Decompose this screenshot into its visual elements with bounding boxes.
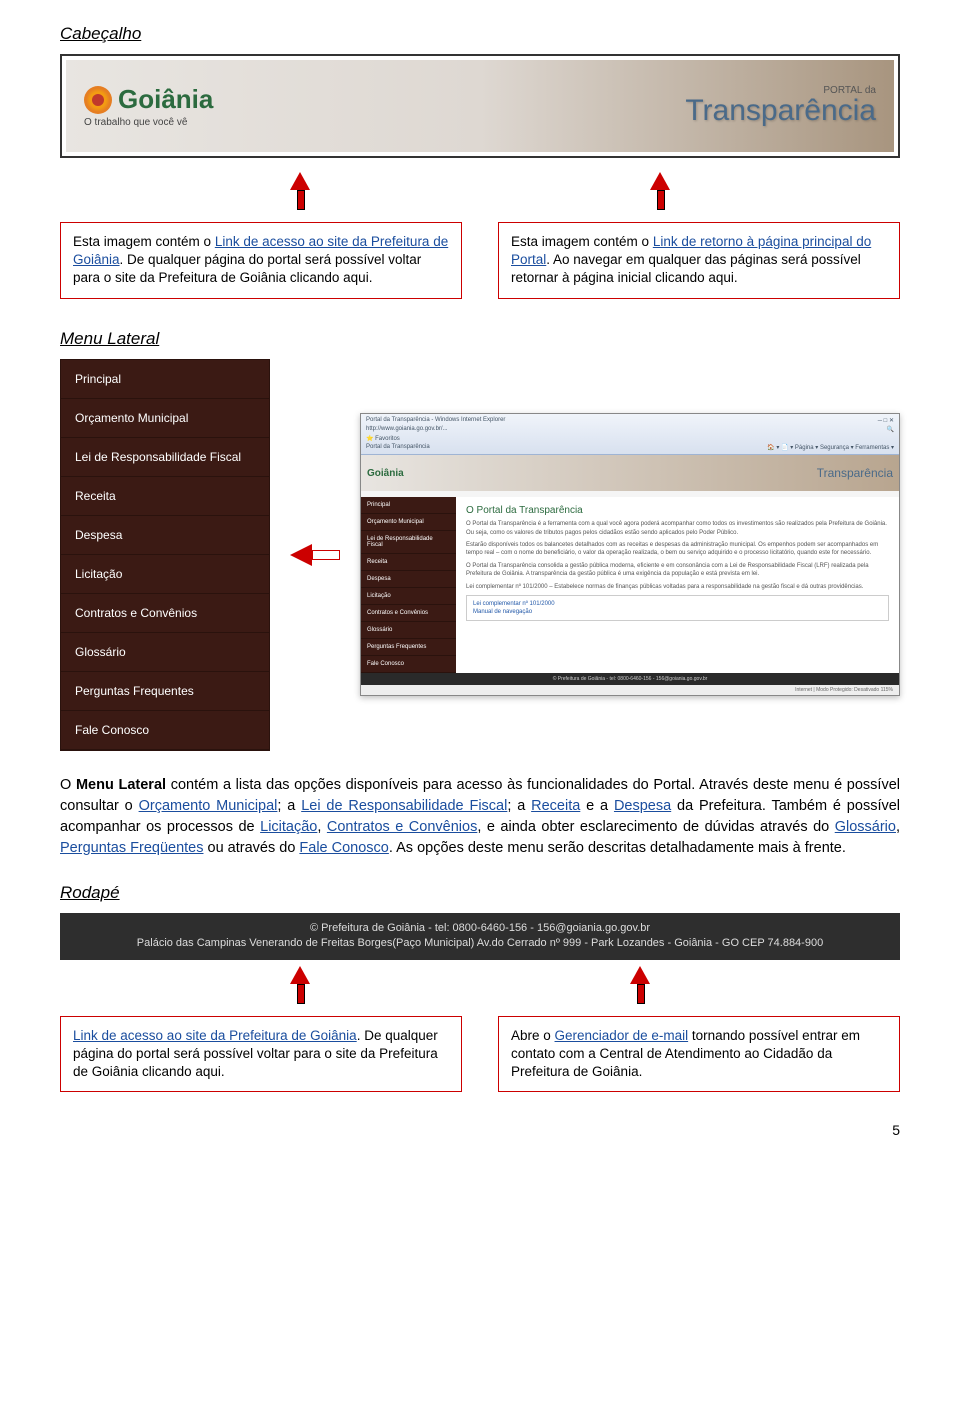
arrow-up-icon <box>630 966 650 984</box>
page-number: 5 <box>60 1122 900 1138</box>
logo-subtitle: O trabalho que você vê <box>84 117 213 128</box>
description-box-email: Abre o Gerenciador de e-mail tornando po… <box>498 1016 900 1093</box>
arrow-left-icon <box>290 544 340 566</box>
arrow-up-icon <box>290 172 310 190</box>
link-contratos[interactable]: Contratos e Convênios <box>327 819 477 835</box>
goiania-logo-icon <box>84 86 112 114</box>
sidemenu-item[interactable]: Receita <box>61 477 269 516</box>
transparencia-title: Transparência <box>685 94 876 128</box>
link-perguntas[interactable]: Perguntas Freqüentes <box>60 840 203 856</box>
description-box-footer-link: Link de acesso ao site da Prefeitura de … <box>60 1016 462 1093</box>
side-menu: Principal Orçamento Municipal Lei de Res… <box>60 359 270 751</box>
sidemenu-item[interactable]: Despesa <box>61 516 269 555</box>
sidemenu-item[interactable]: Fale Conosco <box>61 711 269 750</box>
sidemenu-item[interactable]: Principal <box>61 360 269 399</box>
arrow-up-icon <box>290 966 310 984</box>
link-lrf[interactable]: Lei de Responsabilidade Fiscal <box>301 798 507 814</box>
sidemenu-item[interactable]: Licitação <box>61 555 269 594</box>
sidemenu-item[interactable]: Contratos e Convênios <box>61 594 269 633</box>
link-orcamento[interactable]: Orçamento Municipal <box>139 798 278 814</box>
link-despesa[interactable]: Despesa <box>614 798 671 814</box>
link-prefeitura-footer[interactable]: Link de acesso ao site da Prefeitura de … <box>73 1028 357 1043</box>
sidemenu-item[interactable]: Glossário <box>61 633 269 672</box>
link-licitacao[interactable]: Licitação <box>260 819 317 835</box>
section-title-menu-lateral: Menu Lateral <box>60 329 900 349</box>
link-fale-conosco[interactable]: Fale Conosco <box>299 840 388 856</box>
link-email-manager[interactable]: Gerenciador de e-mail <box>555 1028 689 1043</box>
description-box-logo-link: Esta imagem contém o Link de acesso ao s… <box>60 222 462 299</box>
section-title-cabecalho: Cabeçalho <box>60 24 900 44</box>
portal-screenshot-thumbnail: Portal da Transparência - Windows Intern… <box>360 413 900 696</box>
link-glossario[interactable]: Glossário <box>835 819 896 835</box>
sidemenu-item[interactable]: Perguntas Frequentes <box>61 672 269 711</box>
arrow-up-icon <box>650 172 670 190</box>
link-receita[interactable]: Receita <box>531 798 580 814</box>
header-banner: Goiânia O trabalho que você vê PORTAL da… <box>60 54 900 158</box>
sidemenu-item[interactable]: Orçamento Municipal <box>61 399 269 438</box>
sidemenu-item[interactable]: Lei de Responsabilidade Fiscal <box>61 438 269 477</box>
section-title-rodape: Rodapé <box>60 883 900 903</box>
description-box-portal-link: Esta imagem contém o Link de retorno à p… <box>498 222 900 299</box>
footer-bar: © Prefeitura de Goiânia - tel: 0800-6460… <box>60 913 900 960</box>
menu-lateral-description: O Menu Lateral contém a lista das opções… <box>60 775 900 859</box>
logo-text: Goiânia <box>118 84 213 115</box>
